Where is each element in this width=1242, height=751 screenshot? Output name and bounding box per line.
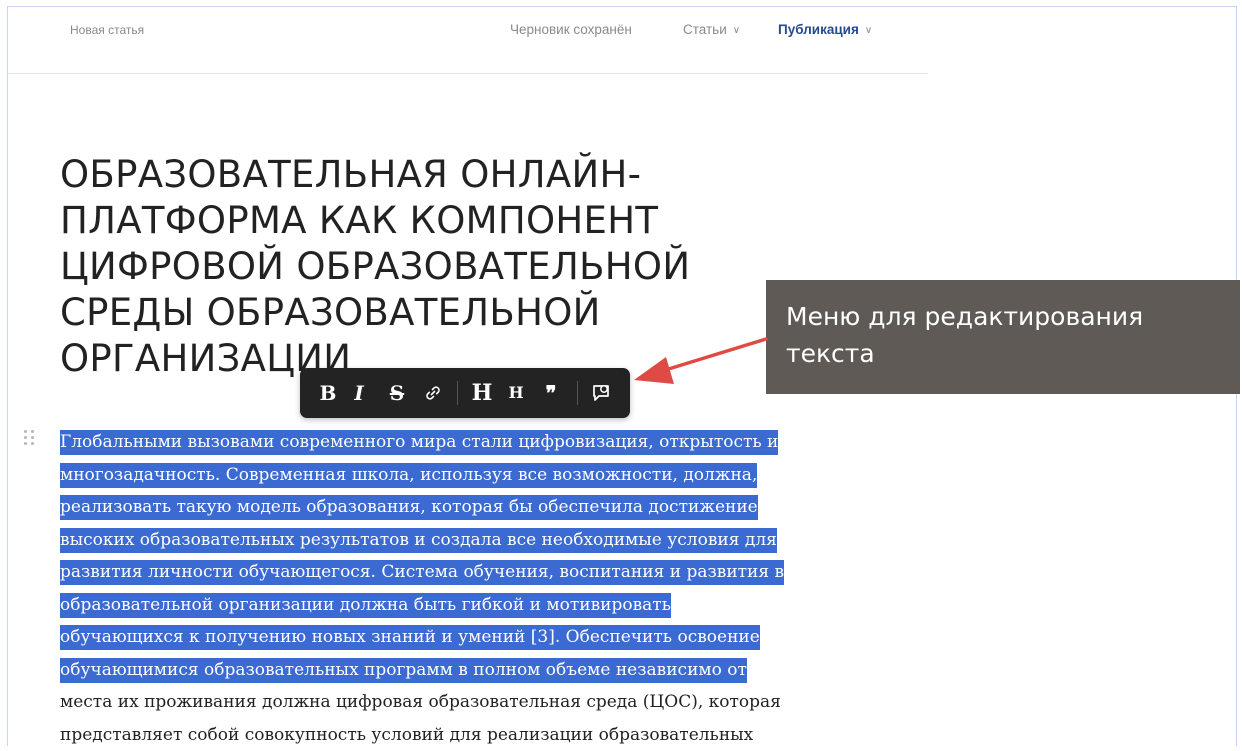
draft-status: Черновик сохранён [510, 22, 632, 37]
article-title-line: СРЕДЫ ОБРАЗОВАТЕЛЬНОЙ [60, 290, 800, 336]
link-button[interactable] [422, 379, 444, 407]
article-title-line: ЦИФРОВОЙ ОБРАЗОВАТЕЛЬНОЙ [60, 244, 800, 290]
selected-text: Глобальными вызовами современного мира с… [60, 430, 778, 455]
toolbar-divider [457, 381, 458, 405]
drag-handle-icon[interactable] [24, 430, 34, 446]
selected-text: многозадачность. Современная школа, испо… [60, 463, 757, 488]
paragraph-line: Глобальными вызовами современного мира с… [60, 426, 920, 459]
link-icon [423, 383, 443, 403]
text-format-toolbar: B I S H H ❞ [300, 368, 630, 418]
paragraph-line: места их проживания должна цифровая обра… [60, 686, 920, 719]
article-title[interactable]: ОБРАЗОВАТЕЛЬНАЯ ОНЛАЙН- ПЛАТФОРМА КАК КО… [60, 152, 800, 382]
selected-text: обучающимися образовательных программ в … [60, 658, 747, 683]
selected-text: развития личности обучающегося. Система … [60, 560, 784, 585]
selected-text: высоких образовательных результатов и со… [60, 528, 777, 553]
toolbar-divider [577, 381, 578, 405]
paragraph-line: многозадачность. Современная школа, испо… [60, 459, 920, 492]
document-title: Новая статья [70, 23, 144, 37]
comment-icon [590, 382, 612, 404]
paragraph-line: высоких образовательных результатов и со… [60, 524, 920, 557]
paragraph-line: образовательной организации должна быть … [60, 589, 920, 622]
bold-button[interactable]: B [318, 379, 338, 407]
quote-button[interactable]: ❞ [540, 379, 562, 407]
strikethrough-button[interactable]: S [386, 379, 408, 407]
paragraph-line: представляет собой совокупность условий … [60, 719, 920, 751]
heading-small-button[interactable]: H [506, 379, 526, 407]
selected-text: образовательной организации должна быть … [60, 593, 671, 618]
article-title-line: ПЛАТФОРМА КАК КОМПОНЕНТ [60, 198, 800, 244]
selected-text: реализовать такую модель образования, ко… [60, 495, 758, 520]
article-paragraph[interactable]: Глобальными вызовами современного мира с… [60, 426, 920, 751]
selected-text: обучающихся к получению новых знаний и у… [60, 625, 760, 650]
editor-header: Новая статья Черновик сохранён Статьи∨ П… [8, 7, 928, 74]
articles-menu[interactable]: Статьи∨ [683, 22, 740, 37]
paragraph-line: реализовать такую модель образования, ко… [60, 491, 920, 524]
annotation-callout: Меню для редактирования текста [766, 280, 1240, 394]
paragraph-line: обучающимися образовательных программ в … [60, 654, 920, 687]
comment-button[interactable] [588, 379, 614, 407]
paragraph-line: обучающихся к получению новых знаний и у… [60, 621, 920, 654]
article-title-line: ОБРАЗОВАТЕЛЬНАЯ ОНЛАЙН- [60, 152, 800, 198]
paragraph-line: развития личности обучающегося. Система … [60, 556, 920, 589]
publish-menu[interactable]: Публикация∨ [778, 22, 872, 37]
chevron-down-icon: ∨ [865, 25, 872, 36]
chevron-down-icon: ∨ [733, 25, 740, 36]
heading-large-button[interactable]: H [470, 379, 494, 407]
italic-button[interactable]: I [350, 379, 368, 407]
